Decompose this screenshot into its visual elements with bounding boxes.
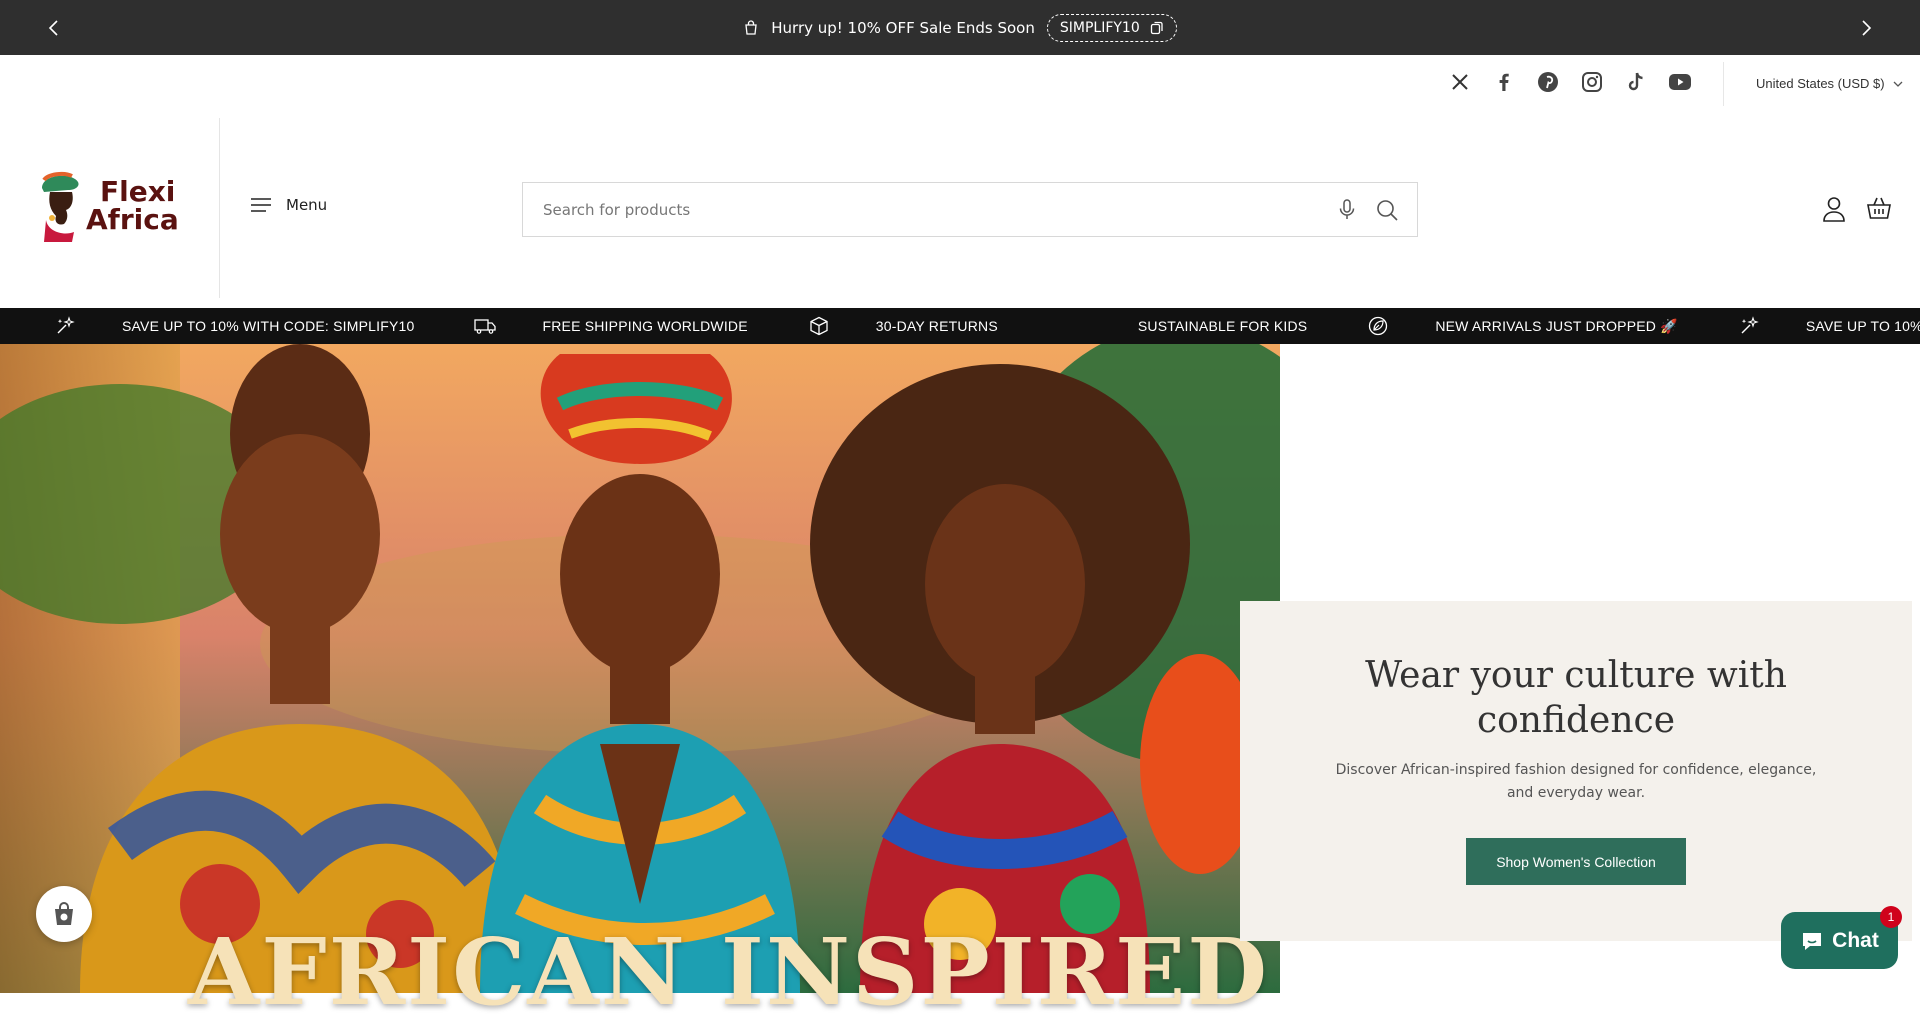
bag-icon bbox=[745, 19, 757, 35]
instagram-icon[interactable] bbox=[1580, 70, 1604, 94]
account-button[interactable] bbox=[1822, 196, 1846, 226]
announcement-bar: Hurry up! 10% OFF Sale Ends Soon SIMPLIF… bbox=[0, 0, 1920, 55]
chat-bubble-icon bbox=[1803, 932, 1822, 950]
logo-wordmark: Flexi Africa bbox=[86, 178, 179, 234]
box-icon bbox=[808, 315, 830, 337]
hamburger-icon bbox=[251, 198, 271, 212]
truck-icon bbox=[474, 315, 497, 337]
microphone-icon bbox=[1339, 199, 1355, 219]
cart-button[interactable] bbox=[1866, 196, 1892, 224]
chevron-down-icon bbox=[1893, 81, 1903, 87]
next-announcement-button[interactable] bbox=[1852, 14, 1880, 42]
social-links bbox=[1448, 70, 1692, 94]
discount-code: SIMPLIFY10 bbox=[1059, 19, 1140, 36]
promo-marquee: SAVE UP TO 10% WITH CODE: SIMPLIFY10 FRE… bbox=[0, 308, 1920, 344]
marquee-item: FREE SHIPPING WORLDWIDE bbox=[542, 318, 748, 334]
sparkle-icon bbox=[54, 315, 76, 337]
youtube-icon[interactable] bbox=[1668, 70, 1692, 94]
marquee-item: NEW ARRIVALS JUST DROPPED 🚀 bbox=[1435, 317, 1678, 334]
chat-label: Chat bbox=[1832, 928, 1879, 952]
menu-button[interactable]: Menu bbox=[250, 196, 327, 214]
basket-icon bbox=[1867, 197, 1891, 219]
search-submit-button[interactable] bbox=[1375, 198, 1399, 226]
site-logo[interactable]: Flexi Africa bbox=[38, 170, 198, 244]
hero-card-title: Wear your culture with confidence bbox=[1365, 655, 1787, 741]
hero-image bbox=[0, 344, 1280, 993]
header-divider bbox=[1723, 62, 1724, 106]
tiktok-icon[interactable] bbox=[1624, 70, 1648, 94]
logo-divider bbox=[219, 118, 220, 298]
menu-label: Menu bbox=[286, 196, 328, 214]
copy-icon bbox=[1150, 21, 1163, 34]
leaf-icon bbox=[1367, 315, 1389, 337]
logo-line-1: Flexi bbox=[100, 175, 176, 208]
pinterest-icon[interactable] bbox=[1536, 70, 1560, 94]
facebook-icon[interactable] bbox=[1492, 70, 1516, 94]
x-icon[interactable] bbox=[1448, 70, 1472, 94]
marquee-item: 30-DAY RETURNS bbox=[875, 318, 998, 334]
user-icon bbox=[1823, 197, 1845, 222]
hero-card-text: Discover African-inspired fashion design… bbox=[1335, 762, 1817, 801]
marquee-item: SAVE UP TO 10% WI bbox=[1805, 318, 1920, 334]
chevron-right-icon bbox=[1862, 20, 1872, 36]
chat-notification-badge: 1 bbox=[1880, 906, 1902, 928]
shop-womens-collection-button[interactable]: Shop Women's Collection bbox=[1466, 838, 1686, 885]
marquee-item: SUSTAINABLE FOR KIDS bbox=[1137, 318, 1308, 334]
sparkle-icon bbox=[1738, 315, 1760, 337]
search-input[interactable] bbox=[543, 197, 1323, 223]
hero-card: Wear your culture with confidence Discov… bbox=[1240, 601, 1912, 941]
discount-code-button[interactable]: SIMPLIFY10 bbox=[1046, 13, 1177, 42]
hero-illustration bbox=[0, 344, 1280, 993]
currency-selector[interactable]: United States (USD $) bbox=[1756, 76, 1903, 91]
announcement-text: Hurry up! 10% OFF Sale Ends Soon bbox=[771, 18, 1035, 37]
logo-emblem bbox=[42, 171, 79, 242]
voice-search-button[interactable] bbox=[1338, 198, 1356, 226]
search-bar bbox=[522, 182, 1418, 237]
logo-line-2: Africa bbox=[86, 203, 179, 236]
hero-headline: AFRICAN INSPIRED bbox=[188, 918, 1270, 1026]
currency-label: United States (USD $) bbox=[1756, 76, 1885, 91]
search-icon bbox=[1377, 200, 1398, 221]
rewards-button[interactable] bbox=[36, 886, 92, 942]
rewards-icon bbox=[55, 902, 73, 925]
marquee-item: SAVE UP TO 10% WITH CODE: SIMPLIFY10 bbox=[122, 318, 415, 334]
